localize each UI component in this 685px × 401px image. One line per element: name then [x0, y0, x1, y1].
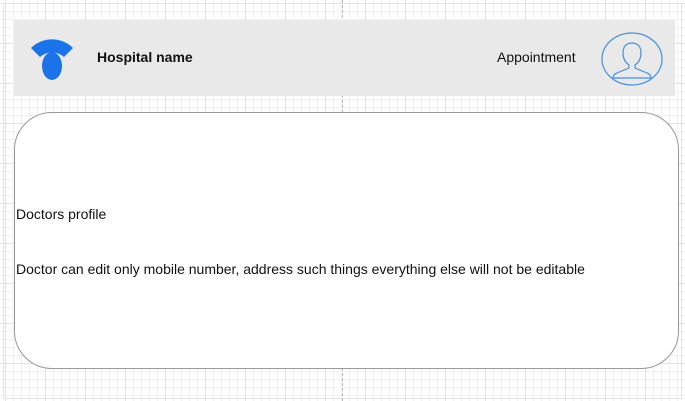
appointment-link[interactable]: Appointment	[497, 49, 576, 65]
wifi-signal-icon[interactable]	[30, 36, 74, 80]
doctor-profile-card: Doctors profile Doctor can edit only mob…	[14, 112, 679, 369]
header-bar: Hospital name Appointment	[14, 20, 675, 96]
profile-edit-note: Doctor can edit only mobile number, addr…	[16, 261, 585, 277]
user-avatar-icon[interactable]	[601, 32, 663, 86]
hospital-name: Hospital name	[97, 49, 193, 65]
profile-title: Doctors profile	[16, 206, 107, 222]
